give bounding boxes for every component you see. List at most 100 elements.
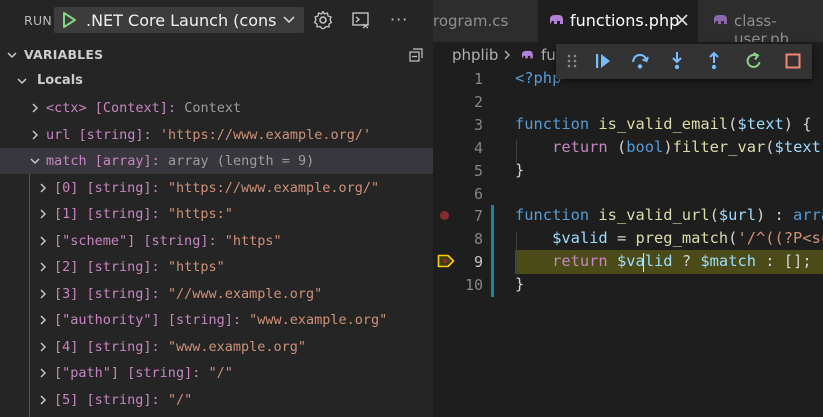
variable-name: [5] xyxy=(54,391,79,408)
code-token: ) xyxy=(663,137,673,156)
debug-console-icon[interactable] xyxy=(351,10,371,30)
variable-name: [2] xyxy=(54,259,79,275)
variable-row[interactable]: [1] [string]: "https:" xyxy=(0,201,433,227)
code-line: return $valid ? $match : []; xyxy=(515,252,812,270)
chevron-right-icon[interactable] xyxy=(38,315,48,325)
play-icon[interactable] xyxy=(60,11,78,29)
variable-value: "/" xyxy=(167,391,193,408)
variable-row[interactable]: match [array]: array (length = 9) xyxy=(0,148,433,174)
variable-row[interactable]: [2] [string]: "https" xyxy=(0,254,433,280)
locals-scope[interactable]: Locals xyxy=(0,69,433,93)
variable-name: [1] xyxy=(54,206,79,222)
variable-text: [2] [string]: "https" xyxy=(54,259,225,275)
debug-side-panel: RUN .NET Core Launch (console) ··· VARIA… xyxy=(0,0,433,417)
variable-value: Context xyxy=(184,100,242,116)
variable-type: [string]: xyxy=(167,312,241,328)
more-actions-icon[interactable]: ··· xyxy=(390,12,408,28)
continue-icon[interactable] xyxy=(593,51,613,71)
code-line: } xyxy=(515,275,524,293)
code-token: function xyxy=(515,114,599,133)
step-into-icon[interactable] xyxy=(667,51,687,71)
line-number: 1 xyxy=(473,70,483,88)
tab-functions-php[interactable]: functions.php xyxy=(538,0,698,42)
line-number: 8 xyxy=(473,230,483,249)
code-token: : []; xyxy=(756,252,812,271)
code-token: return xyxy=(552,137,608,156)
variable-row[interactable]: [3] [string]: "//www.example.org" xyxy=(0,281,433,307)
code-line: } xyxy=(515,161,524,179)
chevron-right-icon[interactable] xyxy=(38,236,48,246)
variable-type: [string]: xyxy=(86,259,160,275)
variable-text: ["authority"] [string]: "www.example.org… xyxy=(54,312,387,328)
variables-title: VARIABLES xyxy=(24,47,104,62)
step-over-icon[interactable] xyxy=(630,51,650,71)
chevron-right-icon[interactable] xyxy=(30,130,40,140)
line-number: 9 xyxy=(473,253,483,272)
chevron-down-icon[interactable] xyxy=(30,156,40,166)
breadcrumb-folder[interactable]: phplib xyxy=(452,46,498,64)
code-token: ) { xyxy=(783,114,812,133)
code-token: <?php xyxy=(515,69,562,87)
collapse-all-icon[interactable] xyxy=(408,47,424,63)
launch-configuration-select[interactable]: .NET Core Launch (console) xyxy=(54,7,304,33)
gear-icon[interactable] xyxy=(313,10,333,30)
variable-row[interactable]: url [string]: 'https://www.example.org/' xyxy=(0,122,433,148)
line-number: 7 xyxy=(473,207,483,226)
editor-tabs: rogram.cs functions.php class-user.ph xyxy=(433,0,823,48)
variable-type: [string]: xyxy=(143,232,217,249)
variable-text: <ctx> [Context]: Context xyxy=(46,100,241,116)
variable-row[interactable]: [5] [string]: "/" xyxy=(0,387,433,413)
code-token: is_valid_email xyxy=(598,114,729,133)
breadcrumb-file[interactable]: fu xyxy=(541,46,556,64)
variable-value: array (length = 9) xyxy=(167,153,315,169)
debug-toolbar xyxy=(556,44,812,79)
chevron-right-icon[interactable] xyxy=(38,342,48,352)
chevron-right-icon[interactable] xyxy=(38,183,48,193)
variable-name: [4] xyxy=(54,338,79,355)
variable-text: [5] [string]: "/" xyxy=(54,392,192,408)
variable-row[interactable]: ["authority"] [string]: "www.example.org… xyxy=(0,307,433,333)
code-token: $text xyxy=(737,114,784,133)
restart-icon[interactable] xyxy=(744,51,764,71)
run-label: RUN xyxy=(24,13,53,28)
code-token: function xyxy=(515,206,599,225)
chevron-right-icon[interactable] xyxy=(38,262,48,272)
code-token: return xyxy=(552,252,608,271)
stop-icon[interactable] xyxy=(783,51,803,71)
chevron-down-icon xyxy=(7,52,17,59)
variable-text: [4] [string]: "www.example.org" xyxy=(54,339,306,355)
run-toolbar: RUN .NET Core Launch (console) ··· xyxy=(0,0,433,42)
chevron-right-icon[interactable] xyxy=(38,209,48,219)
code-line: function is_valid_email($text) { xyxy=(515,115,812,133)
variable-row[interactable]: [4] [string]: "www.example.org" xyxy=(0,334,433,360)
code-token: is_valid_url xyxy=(598,206,710,225)
chevron-right-icon[interactable] xyxy=(38,395,48,405)
variables-section-header[interactable]: VARIABLES xyxy=(0,43,433,67)
variable-row[interactable]: ["path"] [string]: "/" xyxy=(0,360,433,386)
close-icon[interactable] xyxy=(675,13,689,27)
variable-row[interactable]: ["scheme"] [string]: "https" xyxy=(0,228,433,254)
variable-value: "www.example.org" xyxy=(249,312,388,328)
chevron-right-icon[interactable] xyxy=(30,103,40,113)
chevron-right-icon[interactable] xyxy=(38,368,48,378)
php-elephant-icon xyxy=(522,50,533,59)
variable-text: [0] [string]: "https://www.example.org/" xyxy=(54,180,379,196)
variable-name: match xyxy=(46,153,87,169)
variable-type: [string]: xyxy=(86,206,160,222)
chevron-right-icon[interactable] xyxy=(38,289,48,299)
variable-row[interactable]: <ctx> [Context]: Context xyxy=(0,95,433,121)
code-token: ( xyxy=(709,206,719,225)
tree-indent-guide xyxy=(29,174,30,417)
code-editor[interactable]: 1 <?php 2 3 function is_valid_email($text) {… xyxy=(433,68,823,417)
drag-handle-icon[interactable] xyxy=(566,53,578,69)
code-token: $match xyxy=(700,252,756,271)
line-number: 10 xyxy=(464,276,483,295)
code-token: ) : xyxy=(755,206,794,225)
chevron-right-icon xyxy=(504,50,510,60)
tab-program-cs[interactable]: rogram.cs xyxy=(433,0,538,42)
tab-class-user-php[interactable]: class-user.ph xyxy=(698,0,823,48)
step-out-icon[interactable] xyxy=(704,51,724,71)
code-token: filter_var xyxy=(672,137,766,156)
variable-row[interactable]: [0] [string]: "https://www.example.org/" xyxy=(0,175,433,201)
